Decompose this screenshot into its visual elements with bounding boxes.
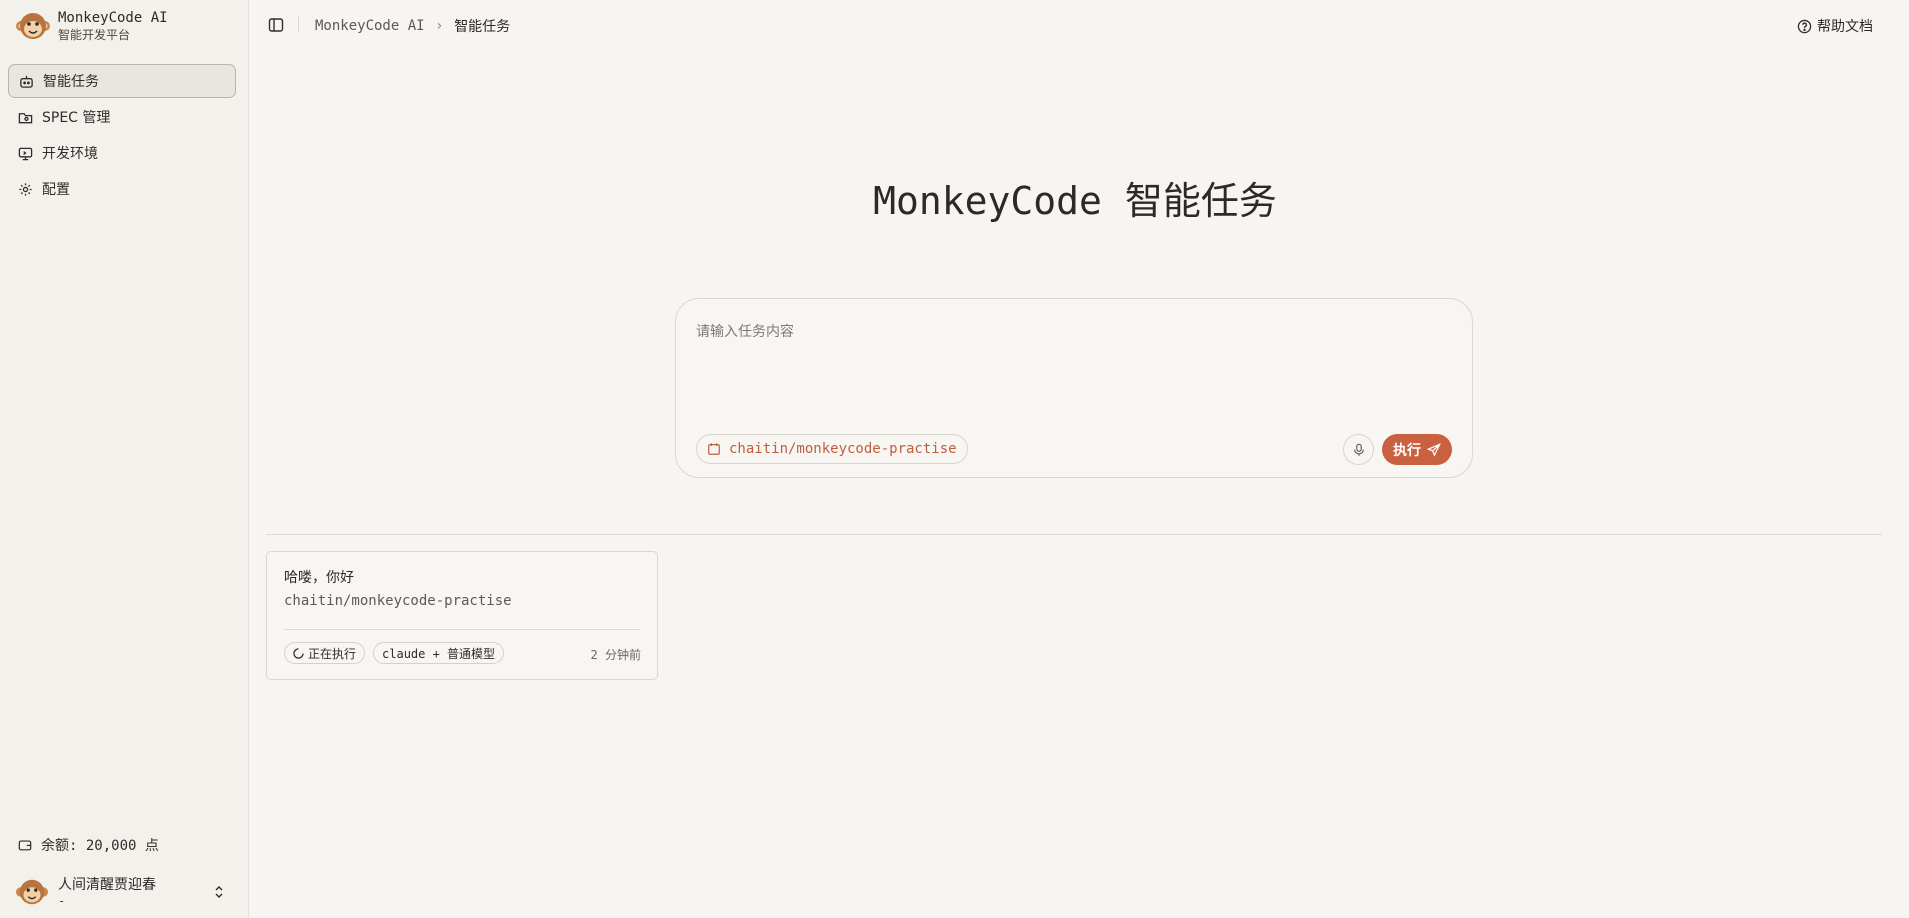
monitor-icon <box>18 147 33 160</box>
folder-icon <box>18 112 33 123</box>
chevron-up-down-icon <box>215 886 223 898</box>
help-docs-link[interactable]: 帮助文档 <box>1797 16 1873 36</box>
breadcrumb: MonkeyCode AI › 智能任务 <box>315 16 510 36</box>
repo-selector[interactable]: chaitin/monkeycode-practise <box>696 434 968 464</box>
microphone-icon <box>1353 443 1364 456</box>
sidebar-toggle-icon[interactable] <box>268 17 284 33</box>
breadcrumb-current: 智能任务 <box>454 19 511 35</box>
page-title: MonkeyCode 智能任务 <box>873 179 1277 223</box>
sidebar-item-label: SPEC 管理 <box>42 110 111 126</box>
execute-button[interactable]: 执行 <box>1382 434 1452 465</box>
sidebar-item-label: 配置 <box>42 182 70 198</box>
sidebar-nav: 智能任务 SPEC 管理 开发环境 配置 <box>8 64 236 208</box>
help-label: 帮助文档 <box>1817 19 1873 35</box>
brand[interactable]: MonkeyCode AI 智能开发平台 <box>16 9 168 43</box>
breadcrumb-root[interactable]: MonkeyCode AI <box>315 18 425 34</box>
divider <box>284 629 640 630</box>
task-time: 2 分钟前 <box>590 648 641 662</box>
monkey-logo-icon <box>16 13 50 39</box>
divider <box>298 17 299 33</box>
task-title: 哈喽，你好 <box>284 570 354 586</box>
user-menu[interactable]: 人间清醒贾迎春 - <box>16 874 226 910</box>
task-input-placeholder[interactable]: 请输入任务内容 <box>696 321 794 341</box>
wallet-icon <box>18 840 32 851</box>
balance: 余额: 20,000 点 <box>18 835 159 855</box>
divider <box>266 534 1882 535</box>
brand-name: MonkeyCode AI <box>58 9 168 26</box>
sidebar: MonkeyCode AI 智能开发平台 智能任务 SPEC 管理 开发环境 配… <box>0 0 249 918</box>
status-text: 正在执行 <box>308 646 357 661</box>
topbar: MonkeyCode AI › 智能任务 帮助文档 <box>250 0 1909 50</box>
chevron-right-icon: › <box>436 18 443 34</box>
repo-icon <box>708 443 720 455</box>
user-name: 人间清醒贾迎春 <box>58 876 156 893</box>
avatar <box>16 879 48 905</box>
execute-label: 执行 <box>1393 442 1421 459</box>
task-badges: 正在执行 claude + 普通模型 <box>284 642 512 664</box>
voice-input-button[interactable] <box>1343 434 1374 465</box>
send-icon <box>1427 442 1441 457</box>
task-composer[interactable]: 请输入任务内容 chaitin/monkeycode-practise 执行 <box>675 298 1473 478</box>
bot-icon <box>20 75 33 88</box>
gear-icon <box>19 182 32 196</box>
help-icon <box>1797 19 1812 33</box>
user-sub: - <box>58 893 66 908</box>
balance-text: 余额: 20,000 点 <box>41 838 159 854</box>
sidebar-item-label: 开发环境 <box>42 146 98 162</box>
sidebar-item-spec[interactable]: SPEC 管理 <box>8 100 236 134</box>
task-card[interactable]: 哈喽，你好 chaitin/monkeycode-practise 正在执行 c… <box>266 551 658 680</box>
spinner-icon <box>293 647 304 659</box>
brand-subtitle: 智能开发平台 <box>58 27 131 42</box>
sidebar-item-settings[interactable]: 配置 <box>8 172 236 206</box>
model-text: claude + 普通模型 <box>382 646 496 661</box>
status-badge: 正在执行 <box>284 642 366 664</box>
sidebar-item-tasks[interactable]: 智能任务 <box>8 64 236 98</box>
sidebar-item-label: 智能任务 <box>43 74 99 90</box>
task-repo: chaitin/monkeycode-practise <box>284 593 512 609</box>
model-badge: claude + 普通模型 <box>373 642 505 664</box>
repo-name: chaitin/monkeycode-practise <box>729 441 957 457</box>
sidebar-item-dev-env[interactable]: 开发环境 <box>8 136 236 170</box>
